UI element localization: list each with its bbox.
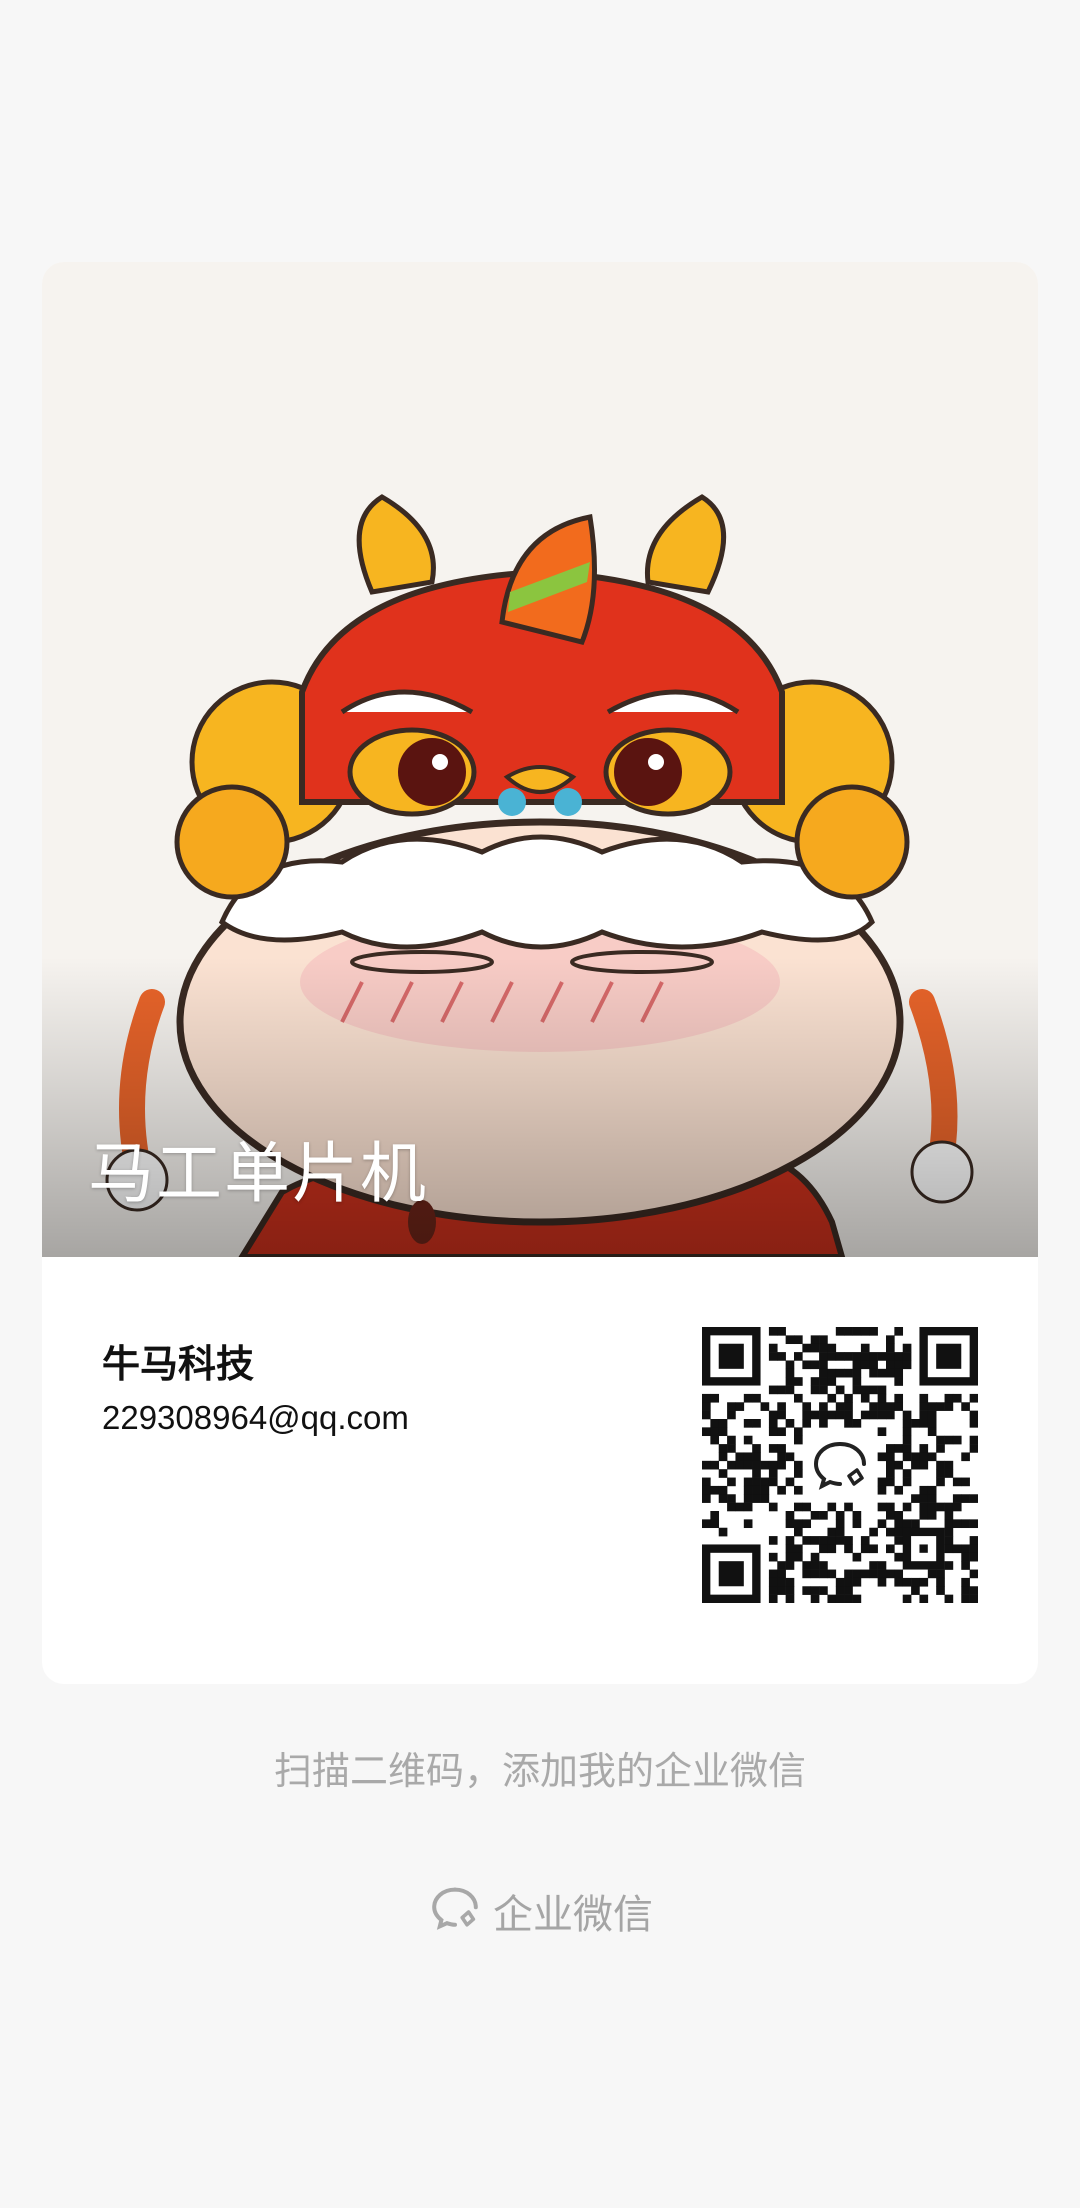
company-name: 牛马科技 [102, 1342, 255, 1386]
brand-label: 企业微信 [493, 1891, 653, 1938]
scan-hint: 扫描二维码，添加我的企业微信 [273, 1749, 806, 1793]
wecom-logo-icon [805, 1430, 875, 1500]
business-card-page: 马工单片机 牛马科技 229308964@qq.com 扫描二维码，添加我的企业… [0, 0, 1080, 2208]
card-info: 牛马科技 229308964@qq.com [42, 1257, 1038, 1684]
brand-footer: 企业微信 [0, 1880, 1080, 1941]
wecom-logo-icon [427, 1880, 483, 1941]
qr-code[interactable] [702, 1327, 978, 1603]
email-text[interactable]: 229308964@qq.com [102, 1399, 409, 1437]
cover-title: 马工单片机 [88, 1135, 428, 1212]
business-card: 马工单片机 牛马科技 229308964@qq.com [42, 262, 1038, 1684]
cover-image: 马工单片机 [42, 262, 1038, 1257]
